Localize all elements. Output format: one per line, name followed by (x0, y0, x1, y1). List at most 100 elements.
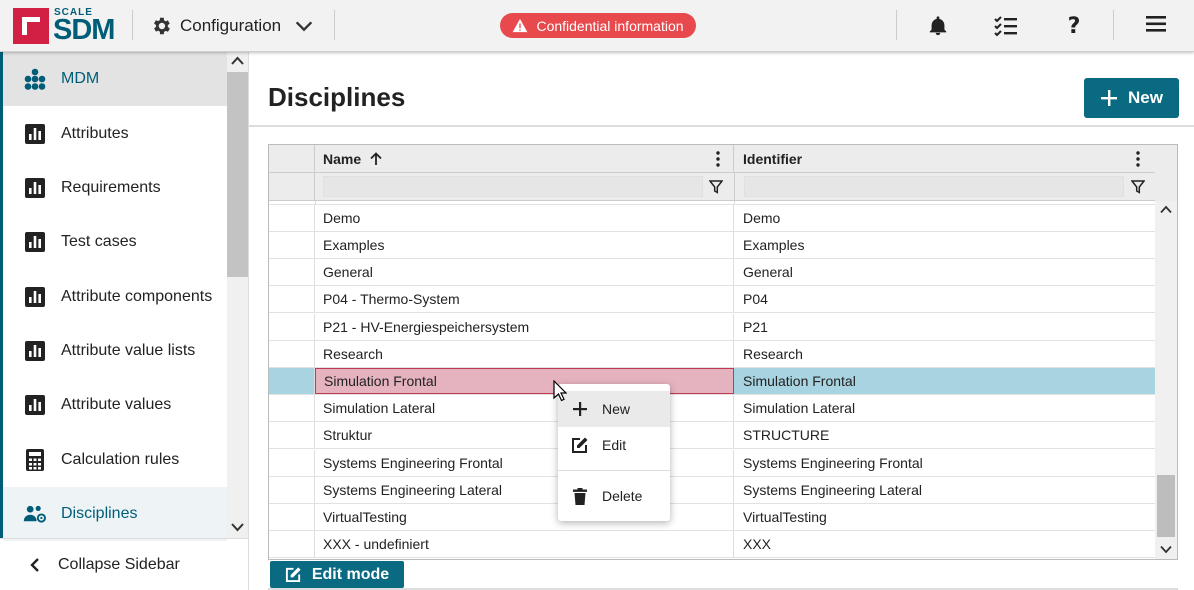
context-menu-edit[interactable]: Edit (558, 427, 670, 463)
row-select-cell[interactable] (269, 450, 315, 476)
scroll-down-icon[interactable] (1160, 545, 1172, 554)
sidebar-item-attribute-components[interactable]: Attribute components (3, 270, 227, 324)
name-cell[interactable]: VirtualTesting (315, 504, 734, 530)
mouse-cursor-icon (553, 380, 567, 402)
context-menu-delete[interactable]: Delete (558, 478, 670, 514)
edit-mode-button[interactable]: Edit mode (270, 561, 404, 588)
column-menu-icon[interactable] (715, 151, 721, 167)
bell-icon[interactable] (925, 13, 951, 39)
name-cell[interactable]: XXX - undefiniert (315, 531, 734, 557)
edit-mode-label: Edit mode (311, 565, 390, 583)
identifier-filter-input[interactable] (744, 176, 1124, 197)
identifier-cell[interactable]: STRUCTURE (734, 422, 1155, 448)
sidebar-item-disciplines[interactable]: Disciplines (3, 487, 227, 541)
sidebar-item-label: Attribute value lists (61, 342, 196, 359)
table-row[interactable]: Research Research (269, 341, 1155, 368)
name-filter-input[interactable] (323, 176, 703, 197)
identifier-cell[interactable]: Systems Engineering Frontal (734, 450, 1155, 476)
chart-icon (23, 230, 47, 254)
sidebar-item-attribute-value-lists[interactable]: Attribute value lists (3, 324, 227, 378)
name-cell[interactable]: Struktur (315, 422, 734, 448)
row-select-cell[interactable] (269, 341, 315, 367)
grid-scrollbar-thumb[interactable] (1157, 475, 1175, 537)
column-identifier-label: Identifier (743, 150, 803, 167)
name-cell[interactable]: Systems Engineering Lateral (315, 477, 734, 503)
row-select-cell[interactable] (269, 477, 315, 503)
column-menu-icon[interactable] (1135, 151, 1141, 167)
filter-select-cell (269, 173, 315, 200)
row-select-cell[interactable] (269, 205, 315, 231)
table-row[interactable]: Struktur STRUCTURE (269, 422, 1155, 449)
module-selector[interactable]: Configuration (150, 12, 315, 40)
name-cell[interactable]: P04 - Thermo-System (315, 286, 734, 312)
scroll-up-icon[interactable] (231, 56, 244, 66)
identifier-cell[interactable]: XXX (734, 531, 1155, 557)
column-header-identifier[interactable]: Identifier (734, 145, 1155, 172)
filter-icon[interactable] (709, 180, 723, 194)
sidebar-item-label: Attributes (61, 125, 129, 142)
chart-icon (23, 339, 47, 363)
table-row[interactable]: Systems Engineering Frontal Systems Engin… (269, 450, 1155, 477)
identifier-cell[interactable]: Simulation Lateral (734, 395, 1155, 421)
identifier-cell[interactable]: Systems Engineering Lateral (734, 477, 1155, 503)
scale-sdm-logo[interactable]: SCALE SDM (13, 7, 115, 46)
table-row[interactable]: VirtualTesting VirtualTesting (269, 504, 1155, 531)
row-select-cell[interactable] (269, 531, 315, 557)
identifier-cell[interactable]: P04 (734, 286, 1155, 312)
table-row[interactable]: Examples Examples (269, 232, 1155, 259)
table-row-selected[interactable]: Simulation Frontal Simulation Frontal (269, 368, 1155, 395)
name-cell[interactable]: General (315, 259, 734, 285)
sidebar-item-calculation-rules[interactable]: Calculation rules (3, 433, 227, 487)
column-name-label: Name (323, 150, 362, 167)
table-row[interactable]: Systems Engineering Lateral Systems Engin… (269, 477, 1155, 504)
name-cell[interactable]: Examples (315, 232, 734, 258)
collapse-sidebar-button[interactable]: Collapse Sidebar (0, 538, 248, 590)
table-row[interactable]: P21 - HV-Energiespeichersystem P21 (269, 314, 1155, 341)
row-select-cell[interactable] (269, 395, 315, 421)
identifier-cell[interactable]: P21 (734, 314, 1155, 340)
name-cell[interactable]: Systems Engineering Frontal (315, 450, 734, 476)
row-select-cell[interactable] (269, 504, 315, 530)
identifier-cell[interactable]: Research (734, 341, 1155, 367)
name-cell[interactable]: Research (315, 341, 734, 367)
name-cell[interactable]: Simulation Frontal (315, 368, 734, 394)
table-row[interactable]: General General (269, 259, 1155, 286)
sidebar-item-mdm[interactable]: MDM (3, 52, 227, 106)
row-select-cell[interactable] (269, 314, 315, 340)
sidebar-item-test-cases[interactable]: Test cases (3, 215, 227, 269)
identifier-cell[interactable]: General (734, 259, 1155, 285)
name-cell[interactable]: Demo (315, 205, 734, 231)
identifier-cell[interactable]: Simulation Frontal (734, 368, 1155, 394)
sitemap-icon (23, 67, 47, 91)
filter-icon[interactable] (1131, 180, 1145, 194)
new-button[interactable]: New (1084, 78, 1179, 118)
row-select-cell[interactable] (269, 286, 315, 312)
row-select-cell[interactable] (269, 259, 315, 285)
trash-icon (570, 486, 590, 506)
sidebar-item-label: Calculation rules (61, 451, 180, 468)
column-header-name[interactable]: Name (315, 145, 734, 172)
table-row[interactable]: Demo Demo (269, 205, 1155, 232)
sidebar-scrollbar-thumb[interactable] (227, 72, 248, 277)
table-row[interactable]: P04 - Thermo-System P04 (269, 286, 1155, 313)
scroll-down-icon[interactable] (231, 522, 244, 532)
row-select-cell[interactable] (269, 368, 315, 394)
tasks-icon[interactable] (993, 13, 1019, 39)
help-icon[interactable]: ? (1061, 13, 1087, 39)
sidebar-item-attributes[interactable]: Attributes (3, 107, 227, 161)
sidebar-item-attribute-values[interactable]: Attribute values (3, 378, 227, 432)
row-select-cell[interactable] (269, 232, 315, 258)
name-cell[interactable]: Simulation Lateral (315, 395, 734, 421)
table-row[interactable]: XXX - undefiniert XXX (269, 531, 1155, 558)
context-menu-new[interactable]: New (558, 391, 670, 427)
identifier-cell[interactable]: VirtualTesting (734, 504, 1155, 530)
sidebar-item-requirements[interactable]: Requirements (3, 161, 227, 215)
identifier-cell[interactable]: Examples (734, 232, 1155, 258)
table-row[interactable]: Simulation Lateral Simulation Lateral (269, 395, 1155, 422)
name-cell[interactable]: P21 - HV-Energiespeichersystem (315, 314, 734, 340)
scroll-up-icon[interactable] (1160, 205, 1172, 214)
row-select-cell[interactable] (269, 422, 315, 448)
grid-scrollbar[interactable] (1155, 201, 1177, 559)
identifier-cell[interactable]: Demo (734, 205, 1155, 231)
menu-icon[interactable] (1143, 11, 1169, 37)
